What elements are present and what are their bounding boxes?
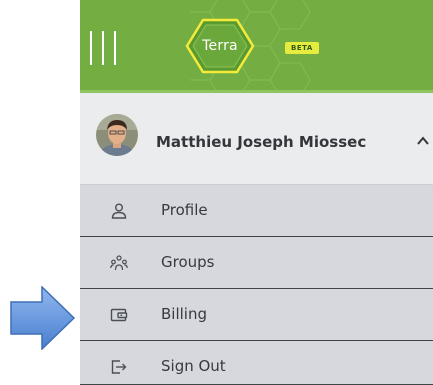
avatar-photo (96, 114, 138, 156)
logo-text: Terra (202, 38, 238, 54)
terra-logo[interactable]: Terra (185, 17, 255, 75)
screenshot-root: Terra BETA Matthieu Joseph Miossec Profi… (0, 0, 433, 385)
beta-badge: BETA (285, 42, 319, 54)
menu-item-label: Profile (161, 201, 208, 219)
user-account-toggle[interactable]: Matthieu Joseph Miossec (80, 93, 433, 185)
groups-icon (110, 255, 128, 271)
hamburger-menu-icon[interactable] (90, 31, 116, 65)
person-icon (111, 203, 127, 219)
arrow-right-icon (10, 286, 76, 350)
user-name: Matthieu Joseph Miossec (156, 133, 367, 151)
menu-item-groups[interactable]: Groups (80, 237, 433, 289)
top-bar: Terra BETA (80, 0, 433, 93)
chevron-up-icon (417, 136, 429, 145)
menu-item-sign-out[interactable]: Sign Out (80, 341, 433, 385)
menu-item-label: Sign Out (161, 357, 226, 375)
menu-item-profile[interactable]: Profile (80, 185, 433, 237)
avatar (96, 114, 138, 156)
sign-out-icon (111, 360, 127, 374)
wallet-icon (110, 308, 128, 322)
menu-item-label: Billing (161, 305, 207, 323)
menu-item-label: Groups (161, 253, 215, 271)
menu-item-billing[interactable]: Billing (80, 289, 433, 341)
